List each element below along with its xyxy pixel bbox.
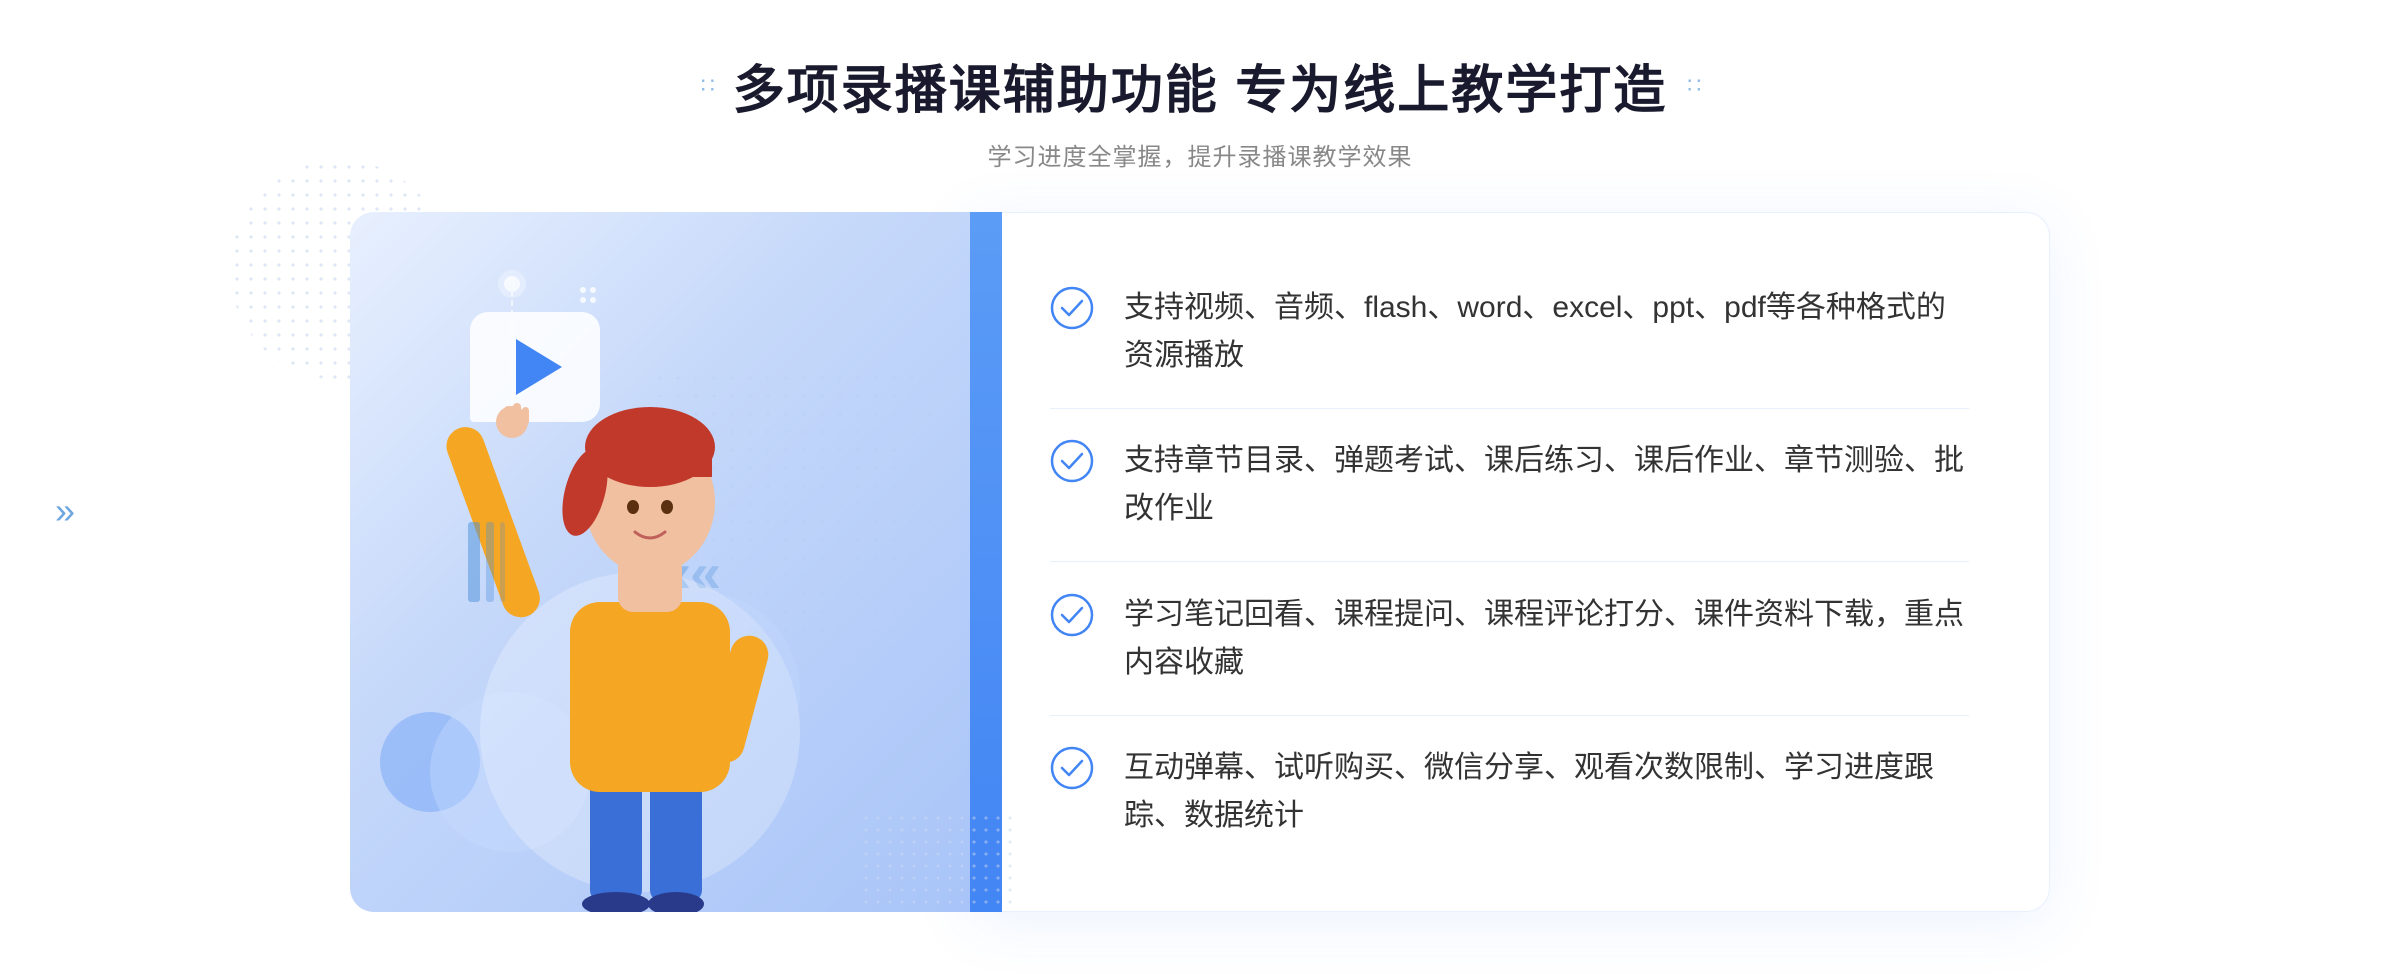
features-panel: 支持视频、音频、flash、word、excel、ppt、pdf等各种格式的资源… — [970, 212, 2050, 912]
check-icon-1 — [1050, 286, 1094, 330]
divider-2 — [1050, 561, 1969, 562]
divider-3 — [1050, 715, 1969, 716]
feature-text-4: 互动弹幕、试听购买、微信分享、观看次数限制、学习进度跟踪、数据统计 — [1124, 744, 1969, 840]
check-icon-3 — [1050, 593, 1094, 637]
divider-1 — [1050, 408, 1969, 409]
feature-item-4: 互动弹幕、试听购买、微信分享、观看次数限制、学习进度跟踪、数据统计 — [1050, 726, 1969, 858]
decorative-dots-left: ∷ — [701, 73, 713, 99]
check-icon-4 — [1050, 746, 1094, 790]
page-title: 多项录播课辅助功能 专为线上教学打造 — [733, 48, 1667, 123]
feature-text-2: 支持章节目录、弹题考试、课后练习、课后作业、章节测验、批改作业 — [1124, 437, 1969, 533]
feature-item-1: 支持视频、音频、flash、word、excel、ppt、pdf等各种格式的资源… — [1050, 266, 1969, 398]
figure-illustration: « « — [350, 212, 970, 912]
illustration-panel: « « — [350, 212, 970, 912]
check-icon-2 — [1050, 439, 1094, 483]
feature-item-2: 支持章节目录、弹题考试、课后练习、课后作业、章节测验、批改作业 — [1050, 419, 1969, 551]
feature-item-3: 学习笔记回看、课程提问、课程评论打分、课件资料下载，重点内容收藏 — [1050, 573, 1969, 705]
main-content: « « — [350, 212, 2050, 912]
blue-bar — [970, 212, 1002, 912]
page-subtitle: 学习进度全掌握，提升录播课教学效果 — [701, 137, 1699, 172]
page-container: » ∷ 多项录播课辅助功能 专为线上教学打造 ∷ 学习进度全掌握，提升录播课教学… — [0, 0, 2400, 974]
feature-text-1: 支持视频、音频、flash、word、excel、ppt、pdf等各种格式的资源… — [1124, 284, 1969, 380]
header-section: ∷ 多项录播课辅助功能 专为线上教学打造 ∷ 学习进度全掌握，提升录播课教学效果 — [701, 48, 1699, 172]
feature-text-3: 学习笔记回看、课程提问、课程评论打分、课件资料下载，重点内容收藏 — [1124, 591, 1969, 687]
title-row: ∷ 多项录播课辅助功能 专为线上教学打造 ∷ — [701, 48, 1699, 123]
chevron-left-icon: » — [55, 490, 75, 532]
decorative-dots-right: ∷ — [1687, 73, 1699, 99]
